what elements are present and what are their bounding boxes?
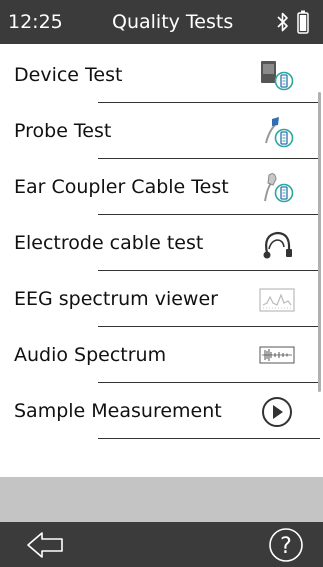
back-arrow-icon[interactable] [22,528,70,562]
list-item-device-test[interactable]: Device Test [0,47,320,103]
device-test-icon [261,61,294,91]
electrode-cable-icon [263,231,292,259]
list-item-sample-measurement[interactable]: Sample Measurement [0,383,320,439]
bluetooth-icon [277,12,288,32]
list-item-label: EEG spectrum viewer [14,288,218,310]
status-bar: 12:25 Quality Tests [0,0,323,44]
probe-test-icon [265,117,294,148]
list-item-label: Electrode cable test [14,232,204,254]
page-title: Quality Tests [112,11,234,33]
bottom-bar: ? [0,522,323,567]
divider [98,438,320,439]
list-item-label: Ear Coupler Cable Test [14,176,229,198]
list-item-label: Audio Spectrum [14,344,167,366]
list-item-probe-test[interactable]: Probe Test [0,103,320,159]
eeg-spectrum-icon [259,288,295,312]
list-item-label: Device Test [14,64,123,86]
list-item-label: Sample Measurement [14,400,222,422]
list-item-eeg-spectrum-viewer[interactable]: EEG spectrum viewer [0,271,320,327]
battery-icon [297,10,309,34]
play-circle-icon [262,397,292,427]
footer-band [0,477,323,522]
list-item-label: Probe Test [14,120,112,142]
list-item-electrode-cable-test[interactable]: Electrode cable test [0,215,320,271]
list-item-ear-coupler-cable-test[interactable]: Ear Coupler Cable Test [0,159,320,215]
audio-spectrum-icon [259,346,295,364]
help-glyph: ? [280,534,292,559]
quality-tests-list: Device Test Probe Test Ear Coupler Cable… [0,44,323,477]
list-item-audio-spectrum[interactable]: Audio Spectrum [0,327,320,383]
ear-coupler-cable-icon [264,173,294,203]
help-icon[interactable]: ? [266,526,306,564]
scrollbar[interactable] [318,92,321,392]
status-time: 12:25 [8,11,63,33]
